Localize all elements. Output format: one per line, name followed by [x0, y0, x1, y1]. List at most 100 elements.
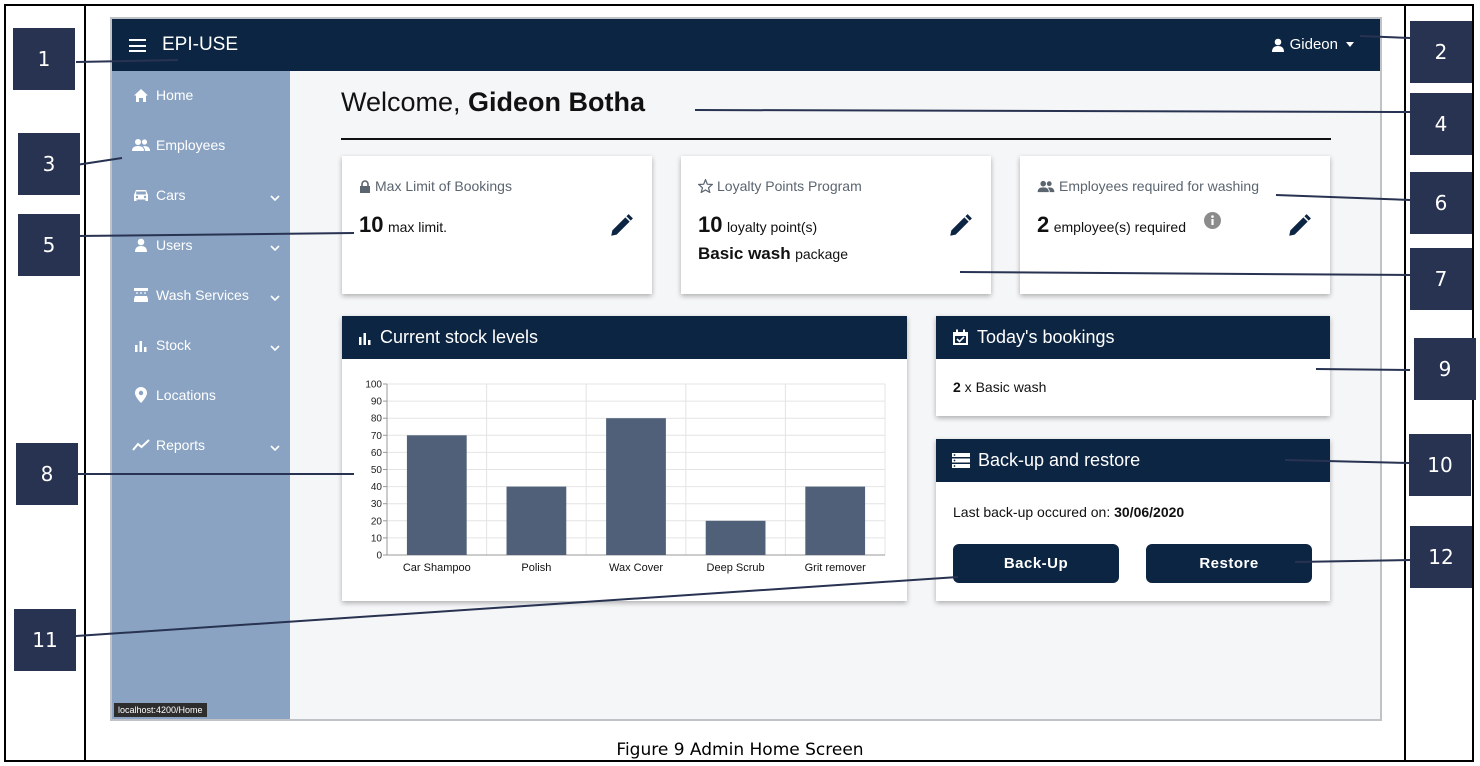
card-title: Loyalty Points Program — [698, 178, 862, 194]
x-tick-label: Car Shampoo — [403, 562, 471, 574]
sidebar-item-stock[interactable]: Stock — [132, 333, 280, 357]
chevron-down-icon — [270, 239, 280, 255]
sidebar-item-cars[interactable]: Cars — [132, 183, 280, 207]
callout-10: 10 — [1409, 434, 1471, 496]
y-tick-label: 30 — [371, 499, 383, 510]
stock-levels-panel: Current stock levels 0 10 20 30 40 50 60 70 80 90… — [342, 316, 907, 601]
home-icon — [132, 87, 150, 103]
calendar-icon — [953, 329, 968, 345]
y-tick-label: 50 — [371, 465, 383, 476]
last-backup-date: 30/06/2020 — [1114, 504, 1185, 520]
y-tick-label: 40 — [371, 482, 383, 493]
sidebar: Home Employees Cars Users Wash Services … — [112, 71, 290, 719]
bar-polish — [506, 486, 567, 555]
pencil-edit-icon[interactable] — [1286, 213, 1312, 239]
hamburger-menu-icon[interactable] — [129, 39, 146, 52]
sidebar-item-reports[interactable]: Reports — [132, 433, 280, 457]
top-navbar: EPI-USE Gideon — [112, 19, 1380, 71]
callout-7: 7 — [1410, 248, 1472, 310]
panel-header: Back-up and restore — [936, 439, 1330, 482]
backup-button[interactable]: Back-Up — [953, 544, 1119, 583]
pencil-edit-icon[interactable] — [947, 213, 973, 239]
people-icon — [132, 137, 150, 153]
sidebar-item-label: Home — [156, 87, 194, 103]
user-dropdown[interactable]: Gideon — [1271, 36, 1354, 53]
panel-header: Current stock levels — [342, 316, 907, 359]
max-bookings-card: Max Limit of Bookings 10 max limit. — [342, 156, 652, 294]
package-suffix: package — [795, 246, 848, 262]
callout-5: 5 — [18, 214, 80, 276]
card-title: Employees required for washing — [1037, 178, 1259, 194]
sidebar-item-label: Reports — [156, 437, 206, 453]
brand-name[interactable]: EPI-USE — [162, 34, 238, 56]
loyalty-card: Loyalty Points Program 10 loyalty point(… — [681, 156, 991, 294]
loyalty-package: Basic wash package — [698, 244, 848, 264]
bar-chart-icon — [359, 332, 371, 345]
user-name: Gideon — [1289, 36, 1338, 53]
page-title: Welcome, Gideon Botha — [341, 87, 645, 118]
panel-header: Today's bookings — [936, 316, 1330, 359]
figure-caption: Figure 9 Admin Home Screen — [616, 740, 864, 760]
app-window: EPI-USE Gideon Home Employees Cars Users — [110, 17, 1382, 721]
card-value: 10 max limit. — [359, 212, 447, 238]
bar-deep-scrub — [705, 520, 766, 555]
callout-1: 1 — [13, 28, 75, 90]
x-tick-label: Grit remover — [805, 562, 866, 574]
people-icon — [1037, 180, 1055, 192]
loyalty-points-value: 10 — [698, 212, 723, 237]
employees-required-value: 2 — [1037, 212, 1050, 237]
title-divider — [341, 138, 1331, 140]
stock-bar-chart: 0 10 20 30 40 50 60 70 80 90 100 Car Shampoo Polish W… — [365, 380, 886, 574]
panel-title: Current stock levels — [380, 327, 539, 347]
package-name: Basic wash — [698, 244, 791, 263]
main-content: Welcome, Gideon Botha Max Limit of Booki… — [290, 71, 1380, 719]
max-limit-value: 10 — [359, 212, 384, 237]
user-icon — [132, 237, 150, 253]
info-icon[interactable] — [1204, 212, 1221, 229]
card-title-text: Max Limit of Bookings — [375, 178, 512, 194]
car-icon — [132, 187, 150, 203]
sidebar-item-home[interactable]: Home — [132, 83, 280, 107]
chevron-down-icon — [270, 289, 280, 305]
y-tick-label: 10 — [371, 533, 383, 544]
chevron-down-icon — [270, 439, 280, 455]
y-tick-label: 100 — [365, 380, 382, 391]
booking-summary: 2 x Basic wash — [953, 379, 1046, 395]
y-tick-label: 90 — [371, 397, 383, 408]
restore-button[interactable]: Restore — [1146, 544, 1312, 583]
chevron-down-icon — [270, 189, 280, 205]
last-backup-info: Last back-up occured on: 30/06/2020 — [953, 504, 1184, 520]
x-tick-label: Wax Cover — [609, 562, 663, 574]
backup-restore-panel: Back-up and restore Last back-up occured… — [936, 439, 1330, 601]
location-pin-icon — [132, 387, 150, 403]
card-value: 10 loyalty point(s) — [698, 212, 817, 238]
sidebar-item-label: Locations — [156, 387, 216, 403]
sidebar-item-label: Wash Services — [156, 287, 249, 303]
card-title-text: Employees required for washing — [1059, 178, 1259, 194]
chevron-down-icon — [270, 339, 280, 355]
sidebar-item-locations[interactable]: Locations — [132, 383, 280, 407]
status-bar-url: localhost:4200/Home — [114, 703, 207, 717]
welcome-prefix: Welcome, — [341, 87, 469, 117]
sidebar-item-label: Cars — [156, 187, 186, 203]
sidebar-item-wash-services[interactable]: Wash Services — [132, 283, 280, 307]
callout-9: 9 — [1414, 338, 1476, 400]
bar-car-shampoo — [406, 435, 467, 555]
panel-title: Back-up and restore — [978, 450, 1141, 470]
booking-text: x Basic wash — [960, 379, 1047, 395]
frame-divider-right — [1404, 4, 1406, 762]
caret-down-icon — [1346, 42, 1354, 47]
employees-required-suffix: employee(s) required — [1053, 219, 1186, 235]
card-title: Max Limit of Bookings — [359, 178, 512, 194]
star-icon — [698, 179, 713, 193]
sidebar-item-label: Employees — [156, 137, 226, 153]
bar-wax-cover — [606, 418, 666, 555]
loyalty-points-suffix: loyalty point(s) — [726, 219, 818, 235]
welcome-user-name: Gideon Botha — [468, 87, 646, 117]
sidebar-item-users[interactable]: Users — [132, 233, 280, 257]
pencil-edit-icon[interactable] — [608, 213, 634, 239]
frame-divider-left — [84, 4, 86, 762]
y-tick-label: 70 — [371, 431, 383, 442]
sidebar-item-employees[interactable]: Employees — [132, 133, 280, 157]
panel-title: Today's bookings — [977, 327, 1115, 347]
